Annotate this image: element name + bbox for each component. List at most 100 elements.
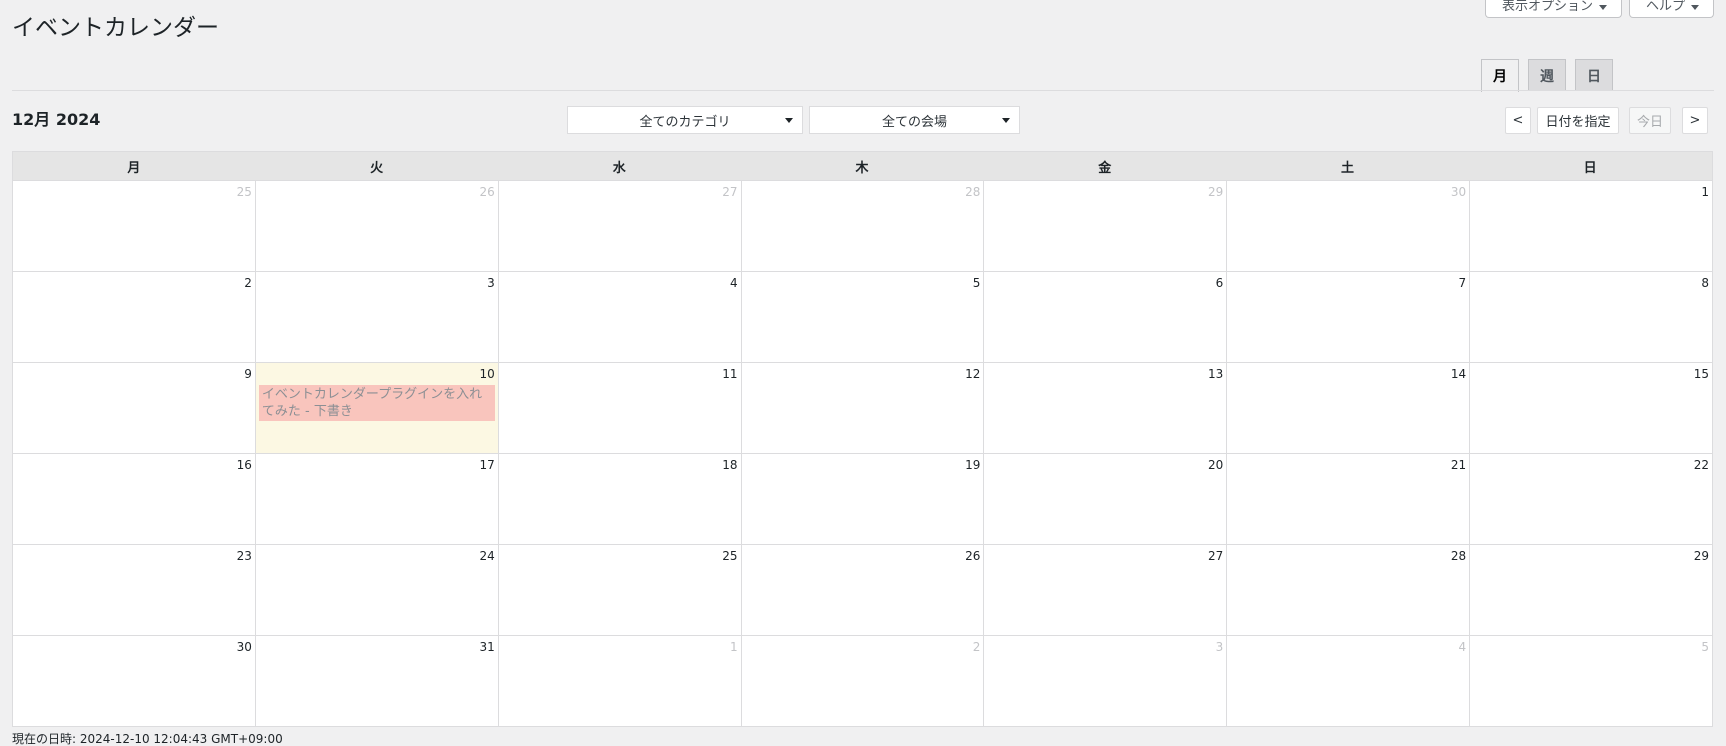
category-select[interactable]: 全てのカテゴリ (567, 106, 803, 134)
category-select-value: 全てのカテゴリ (639, 114, 731, 130)
day-number: 26 (965, 549, 981, 563)
week-row: 25 26 27 28 29 30 1 (13, 181, 1714, 272)
day-cell[interactable]: 26 (255, 181, 499, 272)
day-cell[interactable]: 18 (498, 454, 742, 545)
day-cell[interactable]: 19 (741, 454, 985, 545)
day-cell[interactable]: 27 (498, 181, 742, 272)
day-number: 27 (1208, 549, 1224, 563)
day-number: 5 (1701, 640, 1710, 654)
weekday-header: 月 (13, 152, 256, 180)
day-number: 28 (965, 185, 981, 199)
day-cell[interactable]: 28 (1227, 545, 1471, 636)
day-number: 4 (1458, 640, 1467, 654)
day-cell[interactable]: 1 (1470, 181, 1714, 272)
day-cell[interactable]: 4 (1227, 636, 1471, 727)
help-button[interactable]: ヘルプ (1628, 0, 1714, 18)
tab-month[interactable]: 月 (1481, 59, 1519, 92)
day-cell[interactable]: 28 (741, 181, 985, 272)
day-cell[interactable]: 6 (984, 272, 1228, 363)
day-cell[interactable]: 29 (1470, 545, 1714, 636)
view-tabs: 月 週 日 (1481, 59, 1613, 92)
day-cell[interactable]: 11 (498, 363, 742, 454)
day-cell[interactable]: 25 (498, 545, 742, 636)
weekday-header: 火 (256, 152, 499, 180)
weekday-header: 木 (741, 152, 984, 180)
day-cell[interactable]: 13 (984, 363, 1228, 454)
day-cell[interactable]: 17 (255, 454, 499, 545)
day-number: 26 (479, 185, 495, 199)
day-number: 28 (1450, 549, 1467, 563)
day-number: 19 (965, 458, 981, 472)
day-cell[interactable]: 30 (1227, 181, 1471, 272)
day-number: 16 (236, 458, 252, 472)
day-cell[interactable]: 5 (741, 272, 985, 363)
prev-month-button[interactable]: < (1505, 107, 1531, 134)
day-number: 22 (1693, 458, 1710, 472)
day-cell[interactable]: 8 (1470, 272, 1714, 363)
goto-date-button[interactable]: 日付を指定 (1537, 107, 1619, 134)
day-cell[interactable]: 21 (1227, 454, 1471, 545)
calendar-event[interactable]: イベントカレンダープラグインを入れてみた - 下書き (258, 385, 495, 421)
day-number: 29 (1693, 549, 1710, 563)
day-cell[interactable]: 27 (984, 545, 1228, 636)
day-cell[interactable]: 14 (1227, 363, 1471, 454)
day-number: 3 (487, 276, 495, 290)
day-number: 1 (1701, 185, 1710, 199)
week-row: 16 17 18 19 20 21 22 (13, 454, 1714, 545)
day-number: 20 (1208, 458, 1224, 472)
day-cell[interactable]: 22 (1470, 454, 1714, 545)
venue-select[interactable]: 全ての会場 (809, 106, 1020, 134)
day-number: 30 (236, 640, 252, 654)
day-cell[interactable]: 1 (498, 636, 742, 727)
day-number: 7 (1458, 276, 1467, 290)
day-cell[interactable]: 25 (13, 181, 256, 272)
day-cell[interactable]: 20 (984, 454, 1228, 545)
day-number: 29 (1208, 185, 1224, 199)
day-number: 21 (1450, 458, 1467, 472)
day-cell[interactable]: 23 (13, 545, 256, 636)
day-number: 14 (1450, 367, 1467, 381)
week-row: 30 31 1 2 3 4 5 (13, 636, 1714, 727)
day-cell[interactable]: 2 (741, 636, 985, 727)
day-number: 25 (236, 185, 252, 199)
day-number: 8 (1701, 276, 1710, 290)
day-cell[interactable]: 30 (13, 636, 256, 727)
tab-day[interactable]: 日 (1575, 59, 1613, 91)
screen-options-label: 表示オプション (1501, 0, 1593, 14)
day-cell[interactable]: 4 (498, 272, 742, 363)
day-cell[interactable]: 31 (255, 636, 499, 727)
day-cell[interactable]: 29 (984, 181, 1228, 272)
day-cell[interactable]: 3 (984, 636, 1228, 727)
day-number: 2 (972, 640, 981, 654)
weekday-header: 日 (1469, 152, 1713, 180)
day-cell[interactable]: 7 (1227, 272, 1471, 363)
day-cell[interactable]: 15 (1470, 363, 1714, 454)
day-number: 1 (729, 640, 738, 654)
chevron-down-icon (785, 118, 793, 123)
day-cell[interactable]: 2 (13, 272, 256, 363)
day-number: 27 (722, 185, 738, 199)
help-label: ヘルプ (1645, 0, 1685, 14)
week-row: 2 3 4 5 6 7 8 (13, 272, 1714, 363)
current-datetime: 現在の日時: 2024-12-10 12:04:43 GMT+09:00 (12, 732, 283, 746)
day-cell[interactable]: 3 (255, 272, 499, 363)
day-cell[interactable]: 12 (741, 363, 985, 454)
week-row: 9 10 イベントカレンダープラグインを入れてみた - 下書き 11 12 13 14 15 (13, 363, 1714, 454)
weekday-header: 金 (984, 152, 1227, 180)
day-cell[interactable]: 5 (1470, 636, 1714, 727)
day-cell-today[interactable]: 10 イベントカレンダープラグインを入れてみた - 下書き (255, 363, 499, 454)
day-number: 12 (965, 367, 981, 381)
day-number: 23 (236, 549, 252, 563)
screen-options-button[interactable]: 表示オプション (1484, 0, 1622, 18)
day-cell[interactable]: 16 (13, 454, 256, 545)
next-month-button[interactable]: > (1682, 107, 1708, 134)
today-button[interactable]: 今日 (1629, 107, 1671, 134)
day-cell[interactable]: 9 (13, 363, 256, 454)
day-cell[interactable]: 24 (255, 545, 499, 636)
day-number: 4 (729, 276, 738, 290)
day-cell[interactable]: 26 (741, 545, 985, 636)
divider (12, 90, 1714, 91)
chevron-down-icon (1002, 118, 1010, 123)
screen-meta-links: 表示オプション ヘルプ (1484, 0, 1714, 18)
tab-week[interactable]: 週 (1528, 59, 1566, 91)
